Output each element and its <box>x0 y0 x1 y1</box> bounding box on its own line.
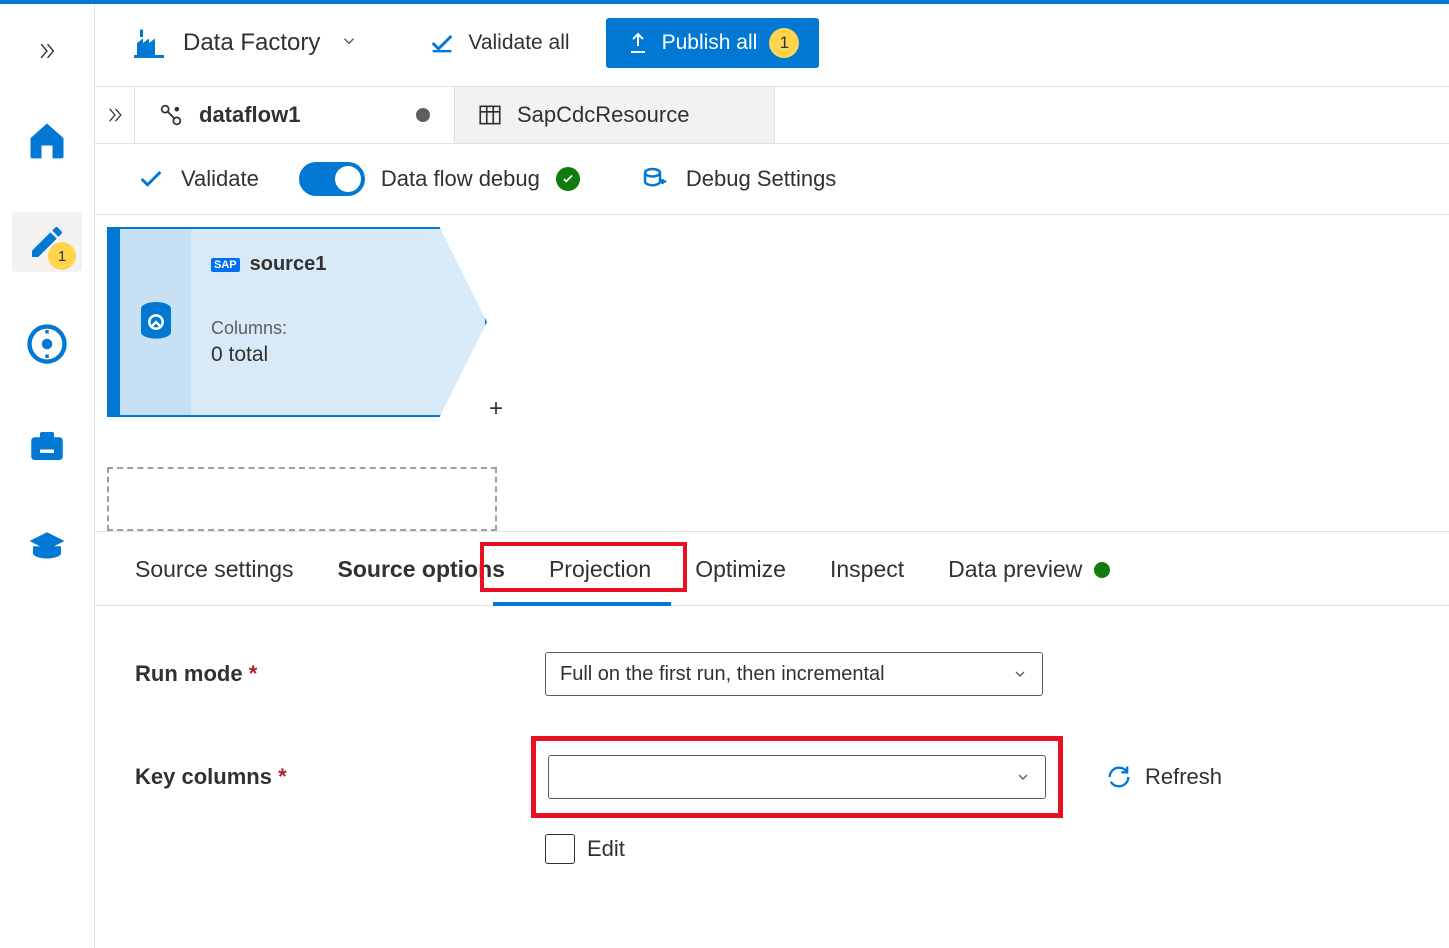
run-mode-select[interactable]: Full on the first run, then incremental <box>545 652 1043 696</box>
factory-icon <box>131 25 167 61</box>
columns-label: Columns: <box>211 318 465 339</box>
columns-count: 0 total <box>211 343 465 367</box>
validate-label: Validate <box>181 166 259 192</box>
debug-toggle[interactable] <box>299 162 365 196</box>
run-mode-value: Full on the first run, then incremental <box>560 663 885 686</box>
source-stripe <box>107 227 119 417</box>
tab-data-preview-label: Data preview <box>948 556 1082 583</box>
document-tabs: dataflow1 SapCdcResource <box>95 87 1449 144</box>
key-columns-select[interactable] <box>548 755 1046 799</box>
author-badge: 1 <box>48 242 76 270</box>
validate-button[interactable]: Validate <box>137 165 259 193</box>
source-icon-panel <box>119 227 191 417</box>
chevron-down-icon <box>1015 769 1031 785</box>
run-mode-label: Run mode * <box>135 661 545 687</box>
source-body: SAP source1 Columns: 0 total <box>191 227 487 417</box>
debug-settings-icon <box>640 164 670 194</box>
tab-data-preview[interactable]: Data preview <box>948 556 1110 605</box>
source-node[interactable]: SAP source1 Columns: 0 total + <box>107 227 487 417</box>
top-toolbar: Data Factory Validate all Publish all 1 <box>95 0 1449 87</box>
sidebar-home[interactable] <box>12 110 82 170</box>
dataflow-action-bar: Validate Data flow debug Debug Settings <box>95 144 1449 215</box>
tab-optimize[interactable]: Optimize <box>695 556 786 605</box>
tab-resource-label: SapCdcResource <box>517 102 689 128</box>
dataflow-icon <box>157 101 185 129</box>
tab-dataflow1-label: dataflow1 <box>199 102 300 128</box>
sidebar-manage[interactable] <box>12 416 82 476</box>
tab-source-settings[interactable]: Source settings <box>135 556 294 605</box>
highlight-key-columns <box>531 736 1063 818</box>
debug-toggle-label: Data flow debug <box>381 166 540 192</box>
validate-all-icon <box>428 29 456 57</box>
sidebar-learn[interactable] <box>12 518 82 578</box>
dataflow-canvas[interactable]: SAP source1 Columns: 0 total + <box>95 215 1449 532</box>
active-tab-indicator <box>493 602 671 606</box>
tab-dataflow1[interactable]: dataflow1 <box>135 87 455 143</box>
chevron-down-icon <box>1012 666 1028 682</box>
brand-dropdown-icon[interactable] <box>336 28 362 59</box>
top-accent-bar <box>0 0 1449 4</box>
sidebar-monitor[interactable] <box>12 314 82 374</box>
data-preview-status-icon <box>1094 562 1110 578</box>
publish-badge: 1 <box>769 28 799 58</box>
debug-settings-label: Debug Settings <box>686 166 836 192</box>
expand-sidebar-icon[interactable] <box>36 40 58 68</box>
run-mode-row: Run mode * Full on the first run, then i… <box>135 652 1409 696</box>
tab-expand-icon[interactable] <box>95 87 135 143</box>
publish-all-button[interactable]: Publish all 1 <box>606 18 820 68</box>
refresh-button[interactable]: Refresh <box>1105 763 1222 791</box>
source-options-form: Run mode * Full on the first run, then i… <box>95 606 1449 910</box>
validate-all-label: Validate all <box>468 31 569 55</box>
tab-projection[interactable]: Projection <box>549 556 651 605</box>
tab-sapcdcresource[interactable]: SapCdcResource <box>455 87 775 143</box>
key-columns-label: Key columns * <box>135 764 545 790</box>
brand-label: Data Factory <box>183 29 320 57</box>
edit-row: Edit <box>545 834 1409 864</box>
unsaved-indicator-icon <box>416 108 430 122</box>
checkmark-icon <box>137 165 165 193</box>
sap-badge-icon: SAP <box>211 258 240 272</box>
publish-icon <box>626 31 650 55</box>
left-sidebar: 1 <box>0 0 95 948</box>
refresh-label: Refresh <box>1145 764 1222 790</box>
add-transformation-icon[interactable]: + <box>489 395 503 423</box>
config-tabs: Source settings Source options Projectio… <box>95 532 1449 606</box>
debug-status-icon <box>556 167 580 191</box>
toggle-knob <box>335 166 361 192</box>
edit-checkbox[interactable] <box>545 834 575 864</box>
debug-toggle-group: Data flow debug <box>299 162 580 196</box>
dataset-icon <box>477 102 503 128</box>
brand-section: Data Factory <box>131 25 362 61</box>
tab-inspect[interactable]: Inspect <box>830 556 904 605</box>
add-source-placeholder[interactable] <box>107 467 497 531</box>
key-columns-row: Key columns * Refresh <box>135 736 1409 818</box>
validate-all-button[interactable]: Validate all <box>428 29 569 57</box>
source-name: source1 <box>250 253 327 276</box>
edit-label: Edit <box>587 836 625 862</box>
database-icon <box>136 298 176 346</box>
refresh-icon <box>1105 763 1133 791</box>
tab-source-options[interactable]: Source options <box>338 556 505 605</box>
debug-settings-button[interactable]: Debug Settings <box>640 164 836 194</box>
sidebar-author[interactable]: 1 <box>12 212 82 272</box>
publish-all-label: Publish all <box>662 31 758 55</box>
